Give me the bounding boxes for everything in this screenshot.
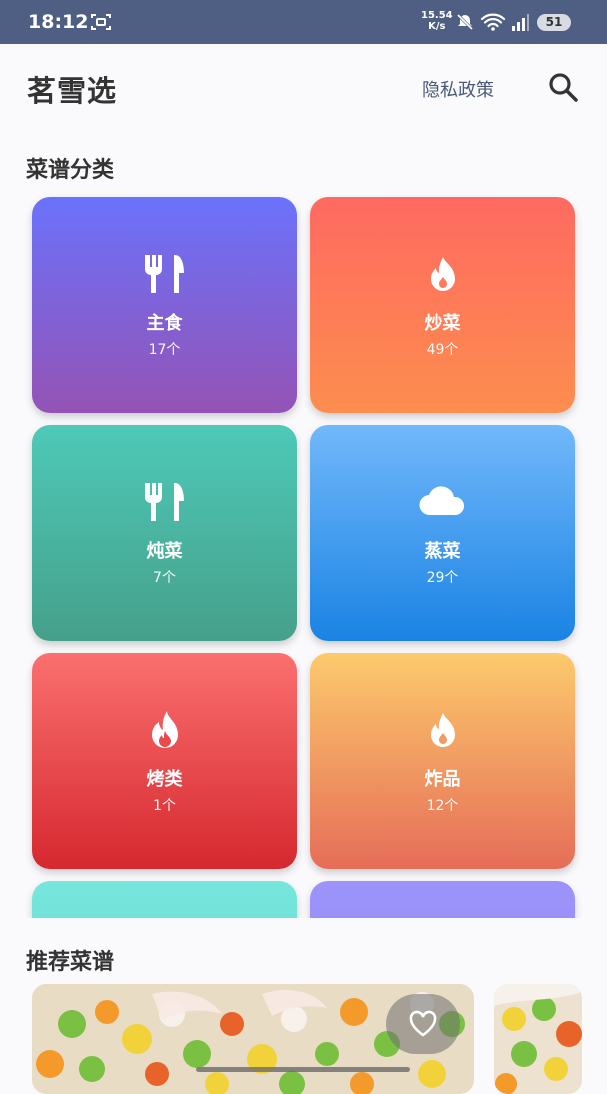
screen-record-icon	[91, 14, 111, 30]
category-count: 1个	[153, 798, 176, 814]
category-name: 炸品	[424, 769, 461, 790]
category-card-partial[interactable]	[32, 881, 297, 918]
app-title: 茗雪选	[27, 74, 118, 108]
cloud-icon	[418, 486, 464, 516]
fork-knife-icon	[144, 483, 184, 521]
battery-icon: 51	[537, 14, 571, 31]
net-speed-unit: K/s	[428, 21, 446, 32]
fork-knife-icon	[144, 255, 184, 293]
category-card-roast[interactable]: 烤类 1个	[32, 653, 297, 869]
net-speed: 15.54 K/s	[421, 10, 453, 32]
category-card-steamed[interactable]: 蒸菜 29个	[310, 425, 575, 641]
signal-icon	[512, 14, 529, 31]
recommend-title: 推荐菜谱	[26, 950, 115, 975]
flame-icon	[151, 711, 178, 748]
recipe-image	[494, 984, 582, 1094]
mute-icon	[456, 13, 474, 31]
net-speed-value: 15.54	[421, 10, 453, 21]
fire-icon	[430, 713, 455, 747]
category-name: 炖菜	[146, 541, 183, 562]
fire-icon	[430, 257, 455, 291]
status-time: 18:12	[28, 11, 89, 33]
category-count: 29个	[426, 570, 459, 586]
category-count: 12个	[426, 798, 459, 814]
recipe-card[interactable]	[494, 984, 582, 1094]
status-bar: 18:12 15.54 K/s 51	[0, 0, 607, 44]
category-name: 蒸菜	[424, 541, 461, 562]
category-card-fried[interactable]: 炸品 12个	[310, 653, 575, 869]
category-card-staple[interactable]: 主食 17个	[32, 197, 297, 413]
favorite-button[interactable]	[386, 994, 460, 1054]
category-grid: 主食 17个 炒菜 49个 炖菜 7个 蒸菜 29个 烤类 1个 炸品 12个	[0, 190, 607, 918]
heart-icon	[409, 1010, 437, 1037]
search-icon[interactable]	[546, 70, 580, 104]
category-card-stir-fry[interactable]: 炒菜 49个	[310, 197, 575, 413]
category-count: 7个	[153, 570, 176, 586]
category-name: 主食	[146, 313, 183, 334]
categories-title: 菜谱分类	[26, 158, 115, 183]
privacy-policy-link[interactable]: 隐私政策	[422, 76, 494, 102]
category-name: 烤类	[146, 769, 183, 790]
category-card-stew[interactable]: 炖菜 7个	[32, 425, 297, 641]
category-name: 炒菜	[424, 313, 461, 334]
home-indicator[interactable]	[196, 1067, 410, 1072]
category-count: 49个	[426, 342, 459, 358]
wifi-icon	[480, 13, 506, 31]
category-count: 17个	[148, 342, 181, 358]
category-card-partial[interactable]	[310, 881, 575, 918]
